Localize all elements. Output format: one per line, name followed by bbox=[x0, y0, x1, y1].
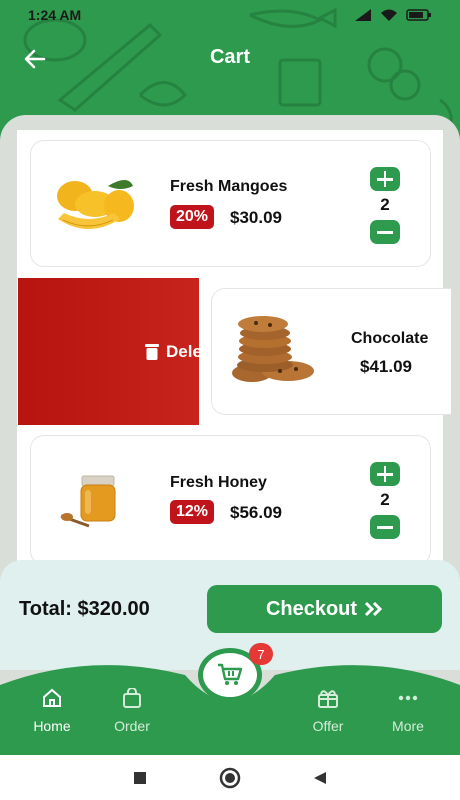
nav-item-more[interactable]: More bbox=[368, 688, 448, 734]
double-chevron-right-icon bbox=[365, 601, 383, 617]
item-quantity: 2 bbox=[380, 195, 390, 214]
delete-action-label: Dele bbox=[144, 342, 199, 362]
checkout-label: Checkout bbox=[265, 597, 358, 620]
system-navigation-bar bbox=[0, 755, 460, 800]
nav-item-offer[interactable]: Offer bbox=[288, 688, 368, 734]
home-circle-icon[interactable] bbox=[219, 767, 241, 789]
mango-image bbox=[57, 180, 134, 229]
delete-swipe-action[interactable]: Dele bbox=[18, 278, 199, 425]
item-name: Fresh Mangoes bbox=[170, 178, 288, 195]
status-icons bbox=[354, 8, 432, 22]
discount-badge: 12% bbox=[170, 500, 215, 524]
cookies-image bbox=[232, 316, 314, 382]
item-quantity: 2 bbox=[380, 490, 390, 509]
nav-label: Offer bbox=[312, 718, 344, 734]
increase-quantity-button[interactable] bbox=[370, 462, 400, 486]
checkout-button[interactable]: Checkout bbox=[207, 585, 442, 633]
recent-apps-icon[interactable] bbox=[133, 771, 147, 785]
nav-item-home[interactable]: Home bbox=[12, 688, 92, 734]
discount-badge: 20% bbox=[170, 205, 215, 229]
nav-label: Order bbox=[114, 718, 150, 734]
item-price: $56.09 bbox=[230, 503, 282, 522]
item-name: Chocolate bbox=[351, 330, 429, 347]
nav-item-order[interactable]: Order bbox=[92, 688, 172, 734]
cart-item[interactable]: Chocolate $41.09 bbox=[211, 288, 451, 415]
item-name: Fresh Honey bbox=[170, 474, 267, 491]
total-amount: Total: $320.00 bbox=[19, 598, 150, 620]
cart-count-badge: 7 bbox=[249, 643, 273, 665]
cart-item[interactable]: Fresh Mangoes 20% $30.09 2 bbox=[30, 140, 431, 267]
clock: 1:24 AM bbox=[28, 7, 82, 23]
delete-label: Dele bbox=[166, 342, 199, 361]
back-triangle-icon[interactable] bbox=[313, 771, 327, 785]
item-price: $41.09 bbox=[360, 357, 412, 376]
item-price: $30.09 bbox=[230, 208, 282, 227]
wifi-icon bbox=[381, 9, 397, 21]
battery-icon bbox=[406, 9, 431, 21]
more-icon bbox=[398, 695, 418, 701]
page-title: Cart bbox=[209, 46, 250, 68]
bag-icon bbox=[123, 688, 141, 708]
honey-image bbox=[60, 475, 116, 528]
decrease-quantity-button[interactable] bbox=[370, 220, 400, 244]
gift-icon bbox=[318, 690, 338, 708]
increase-quantity-button[interactable] bbox=[370, 167, 400, 191]
cart-item[interactable]: Fresh Honey 12% $56.09 2 bbox=[30, 435, 431, 565]
nav-label: More bbox=[392, 718, 424, 734]
status-bar: 1:24 AM bbox=[0, 0, 460, 30]
decrease-quantity-button[interactable] bbox=[370, 515, 400, 539]
trash-icon bbox=[145, 344, 159, 360]
home-icon bbox=[43, 688, 61, 707]
cart-icon bbox=[218, 663, 243, 685]
signal-icon bbox=[355, 9, 371, 21]
nav-label: Home bbox=[33, 718, 71, 734]
